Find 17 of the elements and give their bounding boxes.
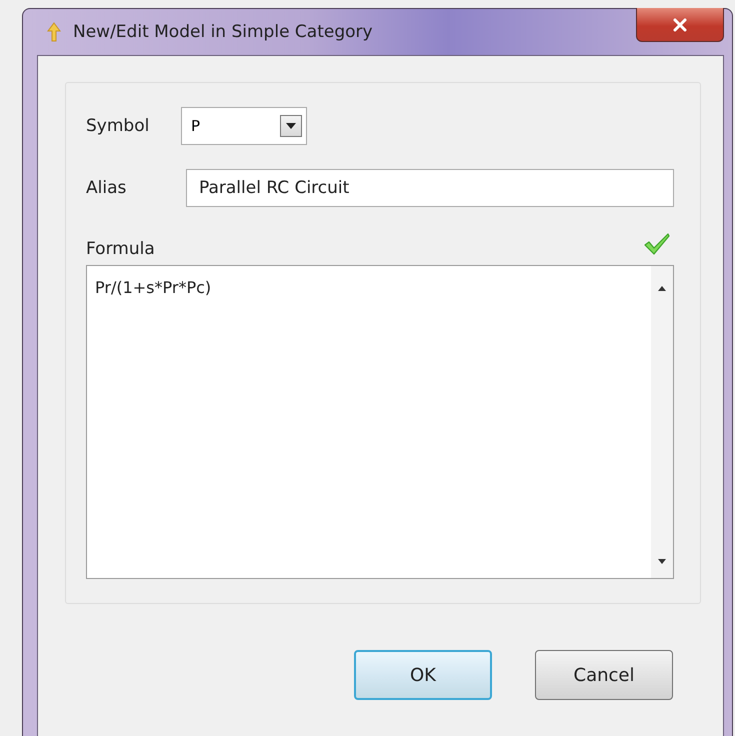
- symbol-label: Symbol: [86, 116, 150, 136]
- close-button[interactable]: [636, 8, 724, 42]
- dropdown-button[interactable]: [280, 115, 302, 137]
- window-title: New/Edit Model in Simple Category: [73, 22, 373, 42]
- app-icon: [47, 22, 61, 42]
- close-icon: [672, 18, 688, 32]
- symbol-dropdown[interactable]: P: [181, 107, 307, 145]
- dialog-button[interactable]: Cancel: [535, 650, 673, 700]
- scroll-up-icon: [658, 286, 666, 291]
- scrollbar[interactable]: [651, 266, 673, 578]
- alias-label: Alias: [86, 178, 128, 198]
- scroll-down-icon: [658, 559, 666, 564]
- caret-icon: [286, 123, 296, 129]
- formula-label: Formula: [86, 239, 155, 259]
- dialog-button[interactable]: OK: [354, 650, 492, 700]
- alias-field[interactable]: Parallel RC Circuit: [186, 169, 674, 207]
- formula-field[interactable]: Pr/(1+s*Pr*Pc): [86, 265, 674, 579]
